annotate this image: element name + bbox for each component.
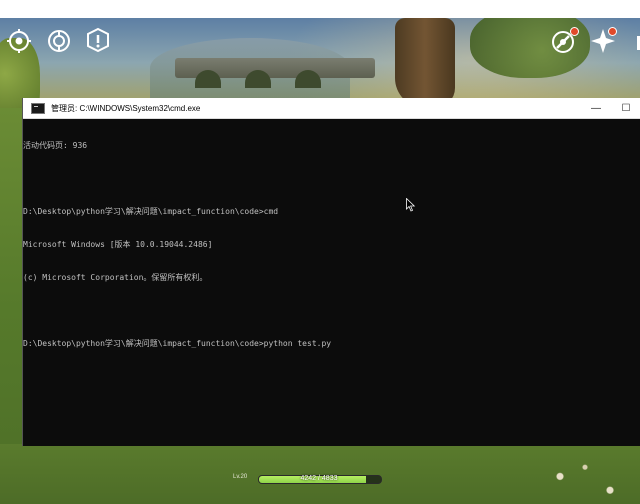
wish-compass-icon[interactable] xyxy=(46,28,72,54)
window-controls: — ☐ xyxy=(581,98,640,118)
console-line: Microsoft Windows [版本 10.0.19044.2486] xyxy=(23,240,213,249)
bridge-arch xyxy=(245,70,271,88)
hp-text: 4242 / 4833 xyxy=(300,475,338,482)
title-bar[interactable]: 管理员: C:\WINDOWS\System32\cmd.exe — ☐ xyxy=(23,98,640,119)
eye-compass-icon[interactable] xyxy=(6,28,32,54)
bridge-arch xyxy=(295,70,321,88)
console-output[interactable]: 活动代码页: 936 D:\Desktop\python学习\解决问题\impa… xyxy=(23,118,640,446)
mouse-pointer-icon xyxy=(406,198,416,212)
flowers xyxy=(540,458,640,504)
notification-badge xyxy=(570,27,579,36)
minimize-button[interactable]: — xyxy=(581,98,611,118)
menu-icon[interactable] xyxy=(628,30,640,56)
tree-trunk xyxy=(395,18,455,108)
level-label: Lv.20 xyxy=(233,474,248,480)
console-line: (c) Microsoft Corporation。保留所有权利。 xyxy=(23,273,208,282)
cmd-icon xyxy=(31,102,45,114)
maximize-button[interactable]: ☐ xyxy=(611,98,640,118)
bridge-arch xyxy=(195,70,221,88)
quest-book-icon[interactable] xyxy=(85,27,111,53)
notification-badge xyxy=(608,27,617,36)
window-title: 管理员: C:\WINDOWS\System32\cmd.exe xyxy=(51,103,201,113)
console-line: D:\Desktop\python学习\解决问题\impact_function… xyxy=(23,339,332,348)
console-line: 活动代码页: 936 xyxy=(23,141,88,150)
cmd-window[interactable]: 管理员: C:\WINDOWS\System32\cmd.exe — ☐ 活动代… xyxy=(22,98,640,446)
stone-bridge xyxy=(175,58,375,88)
console-line: D:\Desktop\python学习\解决问题\impact_function… xyxy=(23,207,279,216)
